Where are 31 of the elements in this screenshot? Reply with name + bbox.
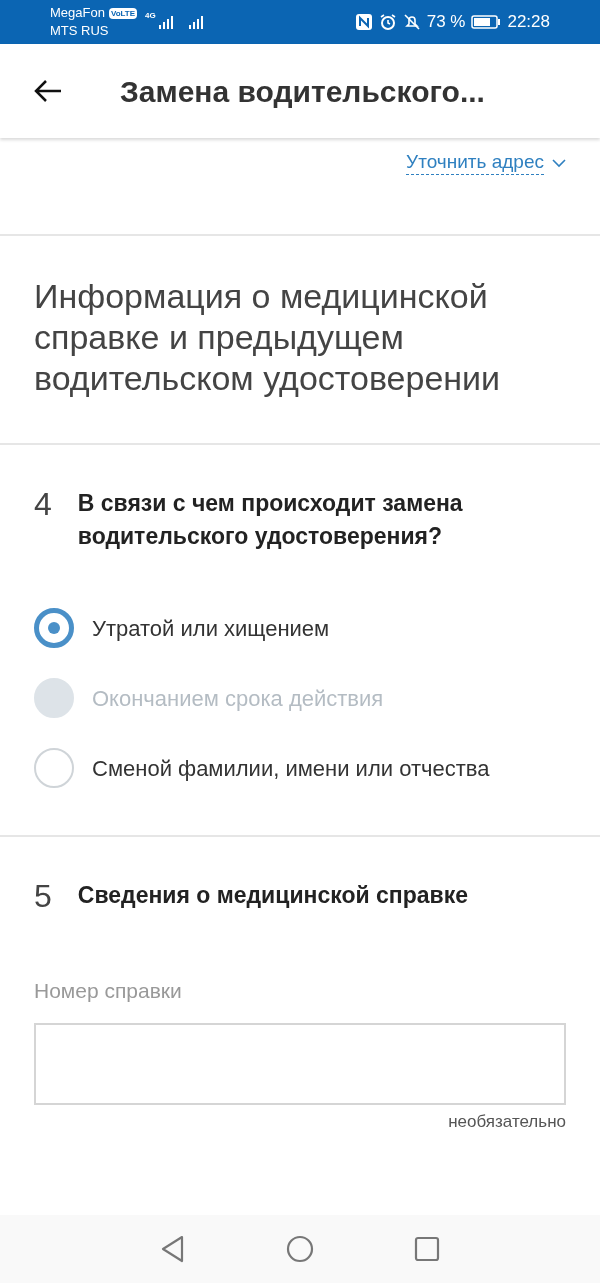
volte-badge: VoLTE (108, 7, 138, 19)
back-arrow-icon (33, 79, 63, 103)
clock: 22:28 (507, 11, 550, 34)
refine-address-link[interactable]: Уточнить адрес (406, 150, 566, 175)
option-label: Сменой фамилии, имени или отчества (92, 754, 490, 783)
signal-icon (157, 14, 174, 30)
back-icon[interactable] (160, 1235, 186, 1263)
question-title: В связи с чем происходит замена водительского удостоверения? (77, 489, 464, 551)
home-icon[interactable] (286, 1235, 314, 1263)
question-title: Сведения о медицинской справке (77, 881, 468, 910)
alarm-icon (378, 13, 397, 31)
muted-bell-icon (402, 13, 421, 31)
recent-apps-icon[interactable] (414, 1236, 440, 1262)
option-label: Утратой или хищением (92, 614, 330, 643)
input-field[interactable] (34, 1022, 566, 1105)
network-type: 4G (145, 10, 156, 22)
question-number: 4 (34, 487, 52, 521)
signal-icon (187, 14, 204, 30)
carrier-name: MegaFon (50, 4, 105, 22)
battery-percent: 73 % (426, 11, 466, 34)
field-label: Номер справки (34, 978, 183, 1004)
radio-button[interactable] (34, 608, 74, 648)
battery-icon (471, 15, 502, 29)
screen-title: Замена водительского... (120, 73, 485, 110)
chevron-down-icon (552, 157, 566, 168)
section-title: Информация о медицинской справке и предыдущем водительском удостоверении (34, 276, 502, 399)
option-label: Окончанием срока действия (92, 684, 384, 713)
question-number: 5 (34, 879, 52, 913)
carrier-name: MTS RUS (50, 22, 110, 40)
optional-hint: необязательно (448, 1110, 566, 1133)
nfc-icon (354, 13, 373, 31)
